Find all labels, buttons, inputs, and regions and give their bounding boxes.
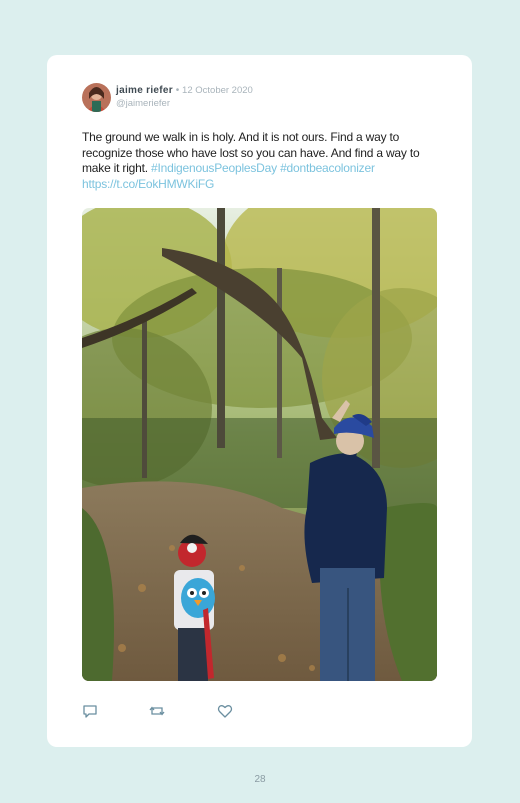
user-handle[interactable]: @jaimeriefer [116, 98, 170, 109]
separator-dot: • [175, 85, 180, 96]
page-number: 28 [254, 774, 266, 785]
avatar[interactable] [82, 83, 111, 112]
tweet-card: jaime riefer • 12 October 2020 @jaimerie… [47, 55, 472, 747]
author-line: jaime riefer • 12 October 2020 [116, 85, 253, 96]
tweet-text: The ground we walk in is holy. And it is… [82, 130, 442, 192]
hashtag-dont-be-a-colonizer[interactable]: #dontbeacolonizer [280, 161, 375, 175]
heart-icon[interactable] [217, 703, 235, 721]
tweet-link[interactable]: https://t.co/EokHMWKiFG [82, 177, 214, 191]
post-date[interactable]: 12 October 2020 [182, 85, 253, 96]
hashtag-indigenous-peoples-day[interactable]: #IndigenousPeoplesDay [151, 161, 277, 175]
retweet-icon[interactable] [149, 703, 167, 721]
display-name[interactable]: jaime riefer [116, 85, 173, 96]
reply-icon[interactable] [82, 703, 100, 721]
tweet-photo[interactable] [82, 208, 437, 681]
